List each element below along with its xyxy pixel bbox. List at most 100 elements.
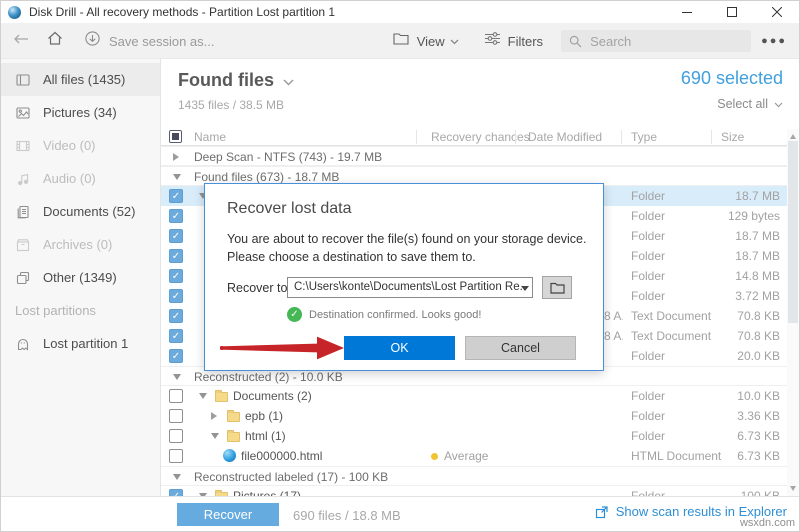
expander-icon[interactable] (173, 374, 181, 380)
more-options-button[interactable]: ●●● (761, 35, 787, 47)
view-button[interactable]: View (417, 34, 445, 49)
sidebar-item-all-files-1435[interactable]: All files (1435) (1, 63, 160, 96)
row-checkbox[interactable] (169, 389, 183, 403)
scroll-up-icon[interactable] (790, 134, 796, 139)
file-type: Folder (631, 266, 665, 286)
file-type: Folder (631, 206, 665, 226)
row-checkbox[interactable] (169, 429, 183, 443)
sidebar-item-lost-partition-1[interactable]: Lost partition 1 (1, 327, 160, 360)
sidebar-item-audio-0[interactable]: Audio (0) (1, 162, 160, 195)
group-row[interactable]: Reconstructed labeled (17) - 100 KB (161, 466, 790, 486)
sidebar-item-label: Lost partition 1 (43, 336, 128, 351)
found-files-dropdown[interactable]: Found files (178, 70, 294, 91)
group-row[interactable]: Deep Scan - NTFS (743) - 19.7 MB (161, 146, 790, 166)
table-row[interactable]: epb (1)Folder3.36 KB (161, 406, 790, 426)
watermark: wsxdn.com (740, 517, 795, 529)
ok-button[interactable]: OK (344, 336, 455, 360)
file-size: 14.8 MB (690, 266, 780, 286)
table-row[interactable]: html (1)Folder6.73 KB (161, 426, 790, 446)
main-header: Found files 1435 files / 38.5 MB 690 sel… (161, 59, 799, 129)
sidebar-item-documents-52[interactable]: Documents (52) (1, 195, 160, 228)
arrow-left-icon (13, 33, 29, 45)
sidebar-item-label: Audio (0) (43, 171, 96, 186)
row-checkbox[interactable]: ✓ (169, 309, 183, 323)
select-all-checkbox[interactable] (169, 130, 182, 143)
save-session-button[interactable] (85, 31, 100, 51)
expander-icon[interactable] (211, 412, 217, 420)
destination-path-combobox[interactable]: C:\Users\konte\Documents\Lost Partition … (287, 277, 533, 298)
column-header-date-modified[interactable]: Date Modified (528, 129, 602, 145)
file-type: Folder (631, 426, 665, 446)
column-header-size[interactable]: Size (721, 129, 744, 145)
home-button[interactable] (47, 31, 63, 51)
cancel-button[interactable]: Cancel (465, 336, 576, 360)
maximize-button[interactable] (709, 1, 754, 23)
expander-icon[interactable] (211, 433, 219, 439)
folder-icon (215, 392, 228, 402)
file-name: epb (1) (245, 406, 283, 426)
page-title: Found files (178, 70, 274, 91)
close-icon (772, 7, 782, 17)
row-checkbox[interactable]: ✓ (169, 289, 183, 303)
file-size: 10.0 KB (690, 386, 780, 406)
column-divider (711, 130, 712, 144)
table-row[interactable]: Documents (2)Folder10.0 KB (161, 386, 790, 406)
file-type: Folder (631, 346, 665, 366)
row-checkbox[interactable]: ✓ (169, 349, 183, 363)
row-checkbox[interactable]: ✓ (169, 489, 183, 496)
chevron-down-icon (521, 286, 529, 291)
toolbar: Save session as... View Filters ●●● (1, 23, 799, 59)
expander-icon[interactable] (173, 153, 179, 161)
expander-icon[interactable] (199, 393, 207, 399)
browse-folder-button[interactable] (542, 276, 572, 299)
row-checkbox[interactable]: ✓ (169, 269, 183, 283)
filters-button[interactable]: Filters (508, 34, 543, 49)
sidebar-item-video-0[interactable]: Video (0) (1, 129, 160, 162)
audio-icon (15, 171, 31, 187)
sidebar-item-other-1349[interactable]: Other (1349) (1, 261, 160, 294)
column-header-name[interactable]: Name (194, 129, 226, 145)
file-type: Folder (631, 406, 665, 426)
sidebar-item-archives-0[interactable]: Archives (0) (1, 228, 160, 261)
file-type: Folder (631, 246, 665, 266)
close-button[interactable] (754, 1, 799, 23)
row-checkbox[interactable] (169, 409, 183, 423)
expander-icon[interactable] (173, 174, 181, 180)
sidebar-item-pictures-34[interactable]: Pictures (34) (1, 96, 160, 129)
file-type: Folder (631, 226, 665, 246)
search-box[interactable] (561, 30, 751, 52)
column-header-type[interactable]: Type (631, 129, 657, 145)
dialog-body-text: You are about to recover the file(s) fou… (227, 230, 587, 266)
annotation-arrow-icon (220, 334, 346, 362)
table-row[interactable]: file000000.htmlAverageHTML Document6.73 … (161, 446, 790, 466)
file-size: 70.8 KB (690, 326, 780, 346)
table-row[interactable]: ✓Pictures (17)Folder100 KB (161, 486, 790, 496)
row-checkbox[interactable]: ✓ (169, 189, 183, 203)
file-type: Folder (631, 286, 665, 306)
row-checkbox[interactable] (169, 449, 183, 463)
row-checkbox[interactable]: ✓ (169, 209, 183, 223)
select-all-dropdown[interactable]: Select all (717, 97, 783, 111)
scroll-down-icon[interactable] (790, 486, 796, 491)
search-input[interactable] (588, 33, 728, 50)
file-size: 18.7 MB (690, 186, 780, 206)
scrollbar-thumb[interactable] (788, 141, 798, 323)
view-folder-icon (393, 32, 409, 50)
filters-icon (485, 32, 500, 50)
folder-icon (227, 412, 240, 422)
save-session-label[interactable]: Save session as... (109, 34, 215, 49)
file-name: Pictures (17) (233, 486, 301, 496)
destination-confirmation-text: Destination confirmed. Looks good! (309, 309, 481, 321)
row-checkbox[interactable]: ✓ (169, 249, 183, 263)
vertical-scrollbar[interactable] (787, 129, 799, 496)
table-header: Name Recovery chances Date Modified Type… (161, 129, 799, 146)
file-type: Folder (631, 186, 665, 206)
file-size: 70.8 KB (690, 306, 780, 326)
file-size: 18.7 MB (690, 226, 780, 246)
expander-icon[interactable] (173, 474, 181, 480)
row-checkbox[interactable]: ✓ (169, 329, 183, 343)
row-checkbox[interactable]: ✓ (169, 229, 183, 243)
recover-button[interactable]: Recover (177, 503, 279, 526)
minimize-button[interactable] (664, 1, 709, 23)
back-button[interactable] (13, 32, 29, 50)
